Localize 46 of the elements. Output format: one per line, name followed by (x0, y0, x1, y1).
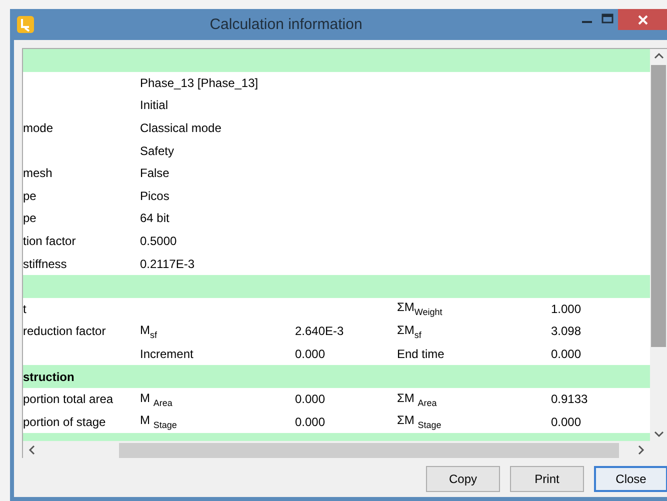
row-label: portion of stage (23, 414, 107, 429)
app-icon (17, 16, 34, 33)
row-label: stiffness (23, 256, 68, 271)
row-label: tion factor (23, 234, 77, 248)
value-cell-text: 3.098 (551, 324, 582, 338)
value-cell-text: Classical mode (140, 121, 222, 136)
print-button[interactable]: Print (510, 466, 584, 492)
symbol-cell-text: ΣM$_{sf}$ (397, 322, 422, 340)
value-cell-text: 0.000 (295, 347, 326, 362)
value-cell-text: 64 bit (140, 211, 170, 226)
value-cell-text: Phase_13 [Phase_13] (140, 76, 260, 90)
symbol-cell-text: End time (397, 347, 446, 362)
symbol-cell-text: ΣM $_{Stage}$ (397, 413, 442, 430)
copy-button[interactable]: Copy (426, 466, 500, 492)
value-cell-text: Initial (140, 98, 170, 112)
row-label: reduction factor (23, 324, 107, 338)
value-cell-text: 1.000 (551, 302, 582, 316)
row-label: portion total area (23, 392, 114, 406)
row-label: pe (23, 188, 38, 203)
value-cell-text: 0.000 (551, 347, 582, 362)
vertical-scrollbar[interactable] (650, 49, 667, 441)
close-icon[interactable] (618, 9, 667, 30)
section-title: struction (23, 370, 76, 384)
value-cell-text: 0.9133 (551, 392, 589, 406)
row-label: mesh (23, 166, 54, 180)
value-cell-text: 0.000 (295, 414, 326, 429)
symbol-cell-text: M$_{sf}$ (140, 322, 158, 340)
value-cell-text: Picos (140, 188, 170, 203)
symbol-cell-text: ΣM$_{Weight}$ (397, 300, 444, 318)
value-cell-text: 0.5000 (140, 234, 178, 248)
symbol-cell-text: M $_{Area}$ (140, 390, 174, 408)
value-cell-text: 0.2117E-3 (140, 256, 196, 271)
row-label: mode (23, 121, 54, 136)
symbol-cell-text: Increment (140, 347, 194, 362)
symbol-cell-text: ΣM $_{Area}$ (397, 390, 438, 408)
row-label: pe (23, 211, 38, 226)
value-cell-text: False (140, 166, 170, 180)
close-button[interactable]: Close (594, 466, 667, 492)
row-label: t (23, 302, 28, 316)
symbol-cell-text: M $_{Stage}$ (140, 413, 178, 430)
value-cell-text: Safety (140, 144, 176, 158)
horizontal-scrollbar[interactable] (23, 441, 650, 459)
value-cell-text: 2.640E-3 (295, 324, 345, 338)
value-cell-text: 0.000 (551, 414, 582, 429)
window-title: Calculation information (208, 16, 364, 33)
value-cell-text: 0.000 (295, 392, 326, 406)
